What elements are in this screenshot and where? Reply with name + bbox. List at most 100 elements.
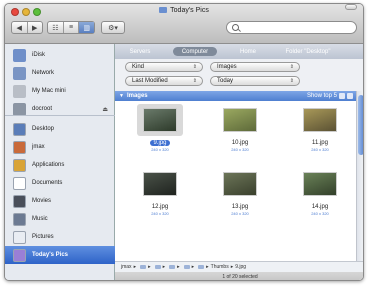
action-menu-button[interactable]: ⚙▾	[101, 21, 125, 34]
sidebar-item-movies[interactable]: Movies	[5, 192, 115, 210]
image-thumbnail[interactable]	[303, 172, 337, 196]
sidebar-item-label: Desktop	[32, 126, 55, 132]
scope-home[interactable]: Home	[233, 47, 263, 56]
image-dimensions: 240 x 320	[231, 147, 249, 152]
image-thumbnail[interactable]	[303, 108, 337, 132]
folder-icon[interactable]	[198, 265, 205, 269]
sidebar-item-applications[interactable]: Applications	[5, 156, 115, 174]
search-scope-bar: Servers Computer Home Folder "Desktop"	[115, 44, 363, 60]
image-filename-text: 10.jpg	[231, 140, 249, 146]
forward-button[interactable]: ▶	[28, 22, 43, 33]
sidebar-item-home[interactable]: jmax	[5, 138, 115, 156]
criteria-value-label: Today	[217, 78, 234, 84]
show-top-label[interactable]: Show top 5	[307, 93, 337, 99]
image-filename-text: 13.jpg	[231, 204, 249, 210]
image-dimensions: 240 x 320	[231, 211, 249, 216]
sidebar-item-smart-folder[interactable]: Today's Pics	[5, 246, 115, 264]
image-filename-text: 11.jpg	[312, 140, 328, 146]
disclosure-triangle-icon[interactable]: ▼	[119, 93, 124, 99]
smart-folder-icon	[13, 248, 26, 262]
folder-icon[interactable]	[183, 265, 190, 269]
sidebar-item-documents[interactable]: Documents	[5, 174, 115, 192]
scroll-thumb[interactable]	[358, 95, 363, 155]
image-item[interactable]: 11.jpg 240 x 320	[295, 104, 345, 164]
image-item[interactable]: 14.jpg 240 x 320	[295, 168, 345, 228]
image-item[interactable]: 10.jpg 240 x 320	[215, 104, 265, 164]
path-separator: ▸	[191, 264, 195, 270]
criteria-value-kind[interactable]: Images ⇕	[210, 62, 300, 72]
image-filename: 11.jpg	[295, 140, 345, 146]
path-separator: ▸	[206, 264, 209, 270]
folder-icon[interactable]	[140, 265, 147, 269]
scope-folder[interactable]: Folder "Desktop"	[273, 47, 343, 56]
image-filename-text: 9.jpg	[150, 140, 170, 146]
path-separator: ▸	[162, 264, 166, 270]
folder-icon[interactable]	[154, 265, 161, 269]
sidebar-item-label: Network	[32, 70, 55, 76]
image-thumbnail[interactable]	[223, 172, 257, 196]
sidebar-item-desktop[interactable]: Desktop	[5, 120, 115, 138]
titlebar: Today's Pics ◀ ▶ ☷ ≡ ▥ ⚙▾	[5, 4, 363, 44]
path-separator: ▸	[148, 264, 151, 270]
music-icon	[13, 212, 26, 226]
content-area: Servers Computer Home Folder "Desktop" Kind…	[115, 44, 363, 280]
gear-icon: ⚙▾	[108, 24, 118, 32]
criteria-field-label: Last Modified	[132, 78, 168, 84]
path-root[interactable]: jmax	[121, 264, 132, 270]
sidebar-item-label: My Mac mini	[32, 88, 66, 94]
image-filename: 9.jpg	[135, 140, 185, 146]
mac-mini-icon	[13, 84, 26, 98]
grid-layout-icon[interactable]	[347, 93, 353, 99]
section-title: Images	[126, 93, 148, 99]
image-item[interactable]: 12.jpg 240 x 320	[135, 168, 185, 228]
sidebar-item-music[interactable]: Music	[5, 210, 115, 228]
scope-servers[interactable]: Servers	[121, 47, 159, 56]
sidebar-item-label: Pictures	[32, 234, 54, 240]
vertical-scrollbar[interactable]	[356, 91, 363, 261]
column-view-button[interactable]: ▥	[79, 22, 95, 33]
image-dimensions: 240 x 320	[151, 211, 169, 216]
criteria-field-kind[interactable]: Kind ⇕	[125, 62, 203, 72]
list-view-button[interactable]: ≡	[64, 22, 80, 33]
path-file[interactable]: 9.jpg	[235, 264, 246, 270]
sidebar-item-pictures[interactable]: Pictures	[5, 228, 115, 246]
image-filename: 13.jpg	[215, 204, 265, 210]
popup-arrow-icon: ⇕	[289, 64, 294, 70]
criteria-field-date[interactable]: Last Modified ⇕	[125, 76, 203, 86]
sidebar-item-label: jmax	[32, 144, 45, 150]
image-thumbnail[interactable]	[223, 108, 257, 132]
documents-icon	[13, 176, 26, 190]
scope-computer[interactable]: Computer	[173, 47, 217, 56]
icon-view-button[interactable]: ☷	[48, 22, 64, 33]
search-field[interactable]	[226, 21, 357, 34]
path-thumbs[interactable]: Thumbs	[211, 264, 229, 270]
sidebar-item-label: Applications	[32, 162, 65, 168]
view-mode-control: ☷ ≡ ▥	[47, 21, 95, 34]
sidebar-item-network[interactable]: Network	[5, 64, 115, 82]
sidebar-item-idisk[interactable]: iDisk	[5, 46, 115, 64]
sidebar-item-mac-mini[interactable]: My Mac mini	[5, 82, 115, 100]
window-title-text: Today's Pics	[170, 7, 209, 14]
criteria-value-date[interactable]: Today ⇕	[210, 76, 300, 86]
image-filename: 12.jpg	[135, 204, 185, 210]
drive-icon	[13, 102, 26, 116]
applications-icon	[13, 158, 26, 172]
image-item[interactable]: 13.jpg 240 x 320	[215, 168, 265, 228]
search-icon	[232, 24, 239, 31]
back-button[interactable]: ◀	[12, 22, 28, 33]
images-section-header[interactable]: ▼ Images Show top 5	[115, 91, 357, 101]
path-bar: jmax ▸ ▸ ▸ ▸ ▸ ▸ Thumbs ▸ 9.jpg	[115, 261, 363, 272]
popup-arrow-icon: ⇕	[192, 64, 197, 70]
folder-icon[interactable]	[169, 265, 176, 269]
back-forward-control: ◀ ▶	[11, 21, 43, 34]
image-item[interactable]: 9.jpg 240 x 320	[135, 104, 185, 164]
eject-icon[interactable]: ⏏	[102, 106, 108, 113]
list-layout-icon[interactable]	[339, 93, 345, 99]
image-filename: 14.jpg	[295, 204, 345, 210]
toolbar-toggle-button[interactable]	[345, 4, 357, 10]
window-title: Today's Pics	[5, 7, 363, 14]
image-thumbnail[interactable]	[143, 108, 177, 132]
image-thumbnail[interactable]	[143, 172, 177, 196]
image-dimensions: 240 x 320	[311, 147, 329, 152]
sidebar-item-label: docroot	[32, 106, 53, 112]
